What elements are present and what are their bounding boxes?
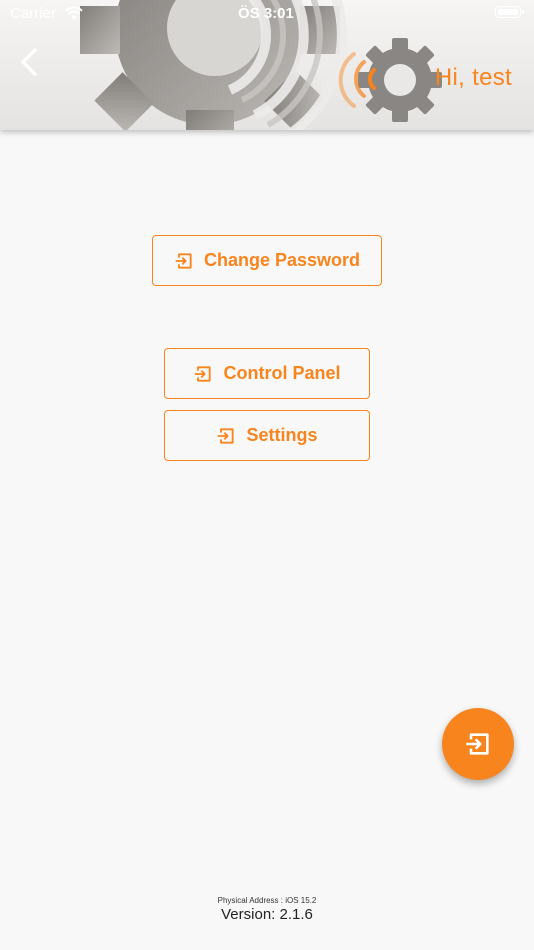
chevron-left-icon[interactable] <box>14 44 44 80</box>
battery-icon <box>495 6 524 18</box>
app-header: Carrier ÖS 3:01 Hi, test <box>0 0 534 130</box>
carrier-label: Carrier <box>10 5 56 22</box>
wifi-icon <box>65 6 83 20</box>
status-bar: Carrier ÖS 3:01 <box>0 0 534 28</box>
control-panel-button[interactable]: Control Panel <box>164 348 370 399</box>
status-time: ÖS 3:01 <box>238 5 294 22</box>
login-icon <box>218 427 235 444</box>
version-text: Version: 2.1.6 <box>221 906 313 923</box>
control-panel-label: Control Panel <box>223 363 341 383</box>
settings-button[interactable]: Settings <box>164 410 370 461</box>
change-password-label: Change Password <box>203 250 361 270</box>
change-password-button[interactable]: Change Password <box>152 235 382 286</box>
greeting-text: Hi, test <box>434 64 512 91</box>
login-icon <box>175 252 192 269</box>
physical-address-text: Physical Address : iOS 15.2 <box>217 896 317 905</box>
login-icon <box>466 733 489 755</box>
logo-gear-signal-icon <box>338 38 442 122</box>
logout-fab-button[interactable] <box>442 708 514 780</box>
login-icon <box>195 365 212 382</box>
settings-label: Settings <box>246 425 318 445</box>
